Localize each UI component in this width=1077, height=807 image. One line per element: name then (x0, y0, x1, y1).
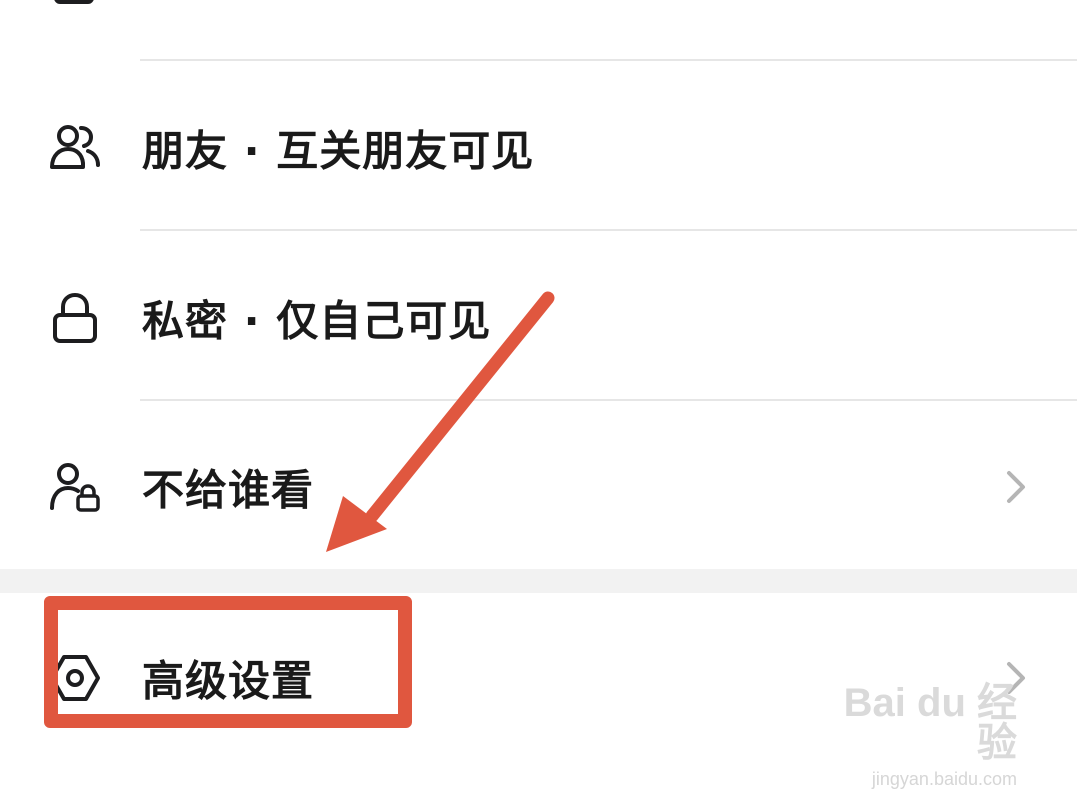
watermark-url: jingyan.baidu.com (871, 769, 1017, 789)
lock-icon (53, 292, 97, 343)
option-private[interactable]: 私密 · 仅自己可见 (0, 263, 1077, 373)
option-label: 不给谁看 (142, 465, 315, 515)
divider (140, 59, 1077, 61)
baidu-watermark: Bai du 经验 jingyan.baidu.com (817, 681, 1017, 789)
divider (140, 229, 1077, 231)
privacy-settings-screen: 朋友 · 互关朋友可见 私密 · 仅自己可见 不给谁看 高级设置 Bai du … (0, 0, 1077, 807)
option-friends[interactable]: 朋友 · 互关朋友可见 (0, 93, 1077, 203)
two-users-icon (50, 125, 100, 169)
option-label: 朋友 · 互关朋友可见 (142, 126, 535, 176)
divider (140, 399, 1077, 401)
watermark-logo: Bai du 经验 (843, 681, 1017, 765)
option-label: 私密 · 仅自己可见 (142, 296, 492, 346)
option-hide-from[interactable]: 不给谁看 (0, 432, 1077, 542)
partial-icon (54, 0, 94, 4)
section-separator (0, 569, 1077, 593)
chevron-right-icon (1007, 471, 1025, 503)
advanced-settings-label: 高级设置 (142, 656, 315, 706)
user-lock-icon (50, 463, 100, 512)
hexagon-gear-icon (50, 655, 100, 701)
